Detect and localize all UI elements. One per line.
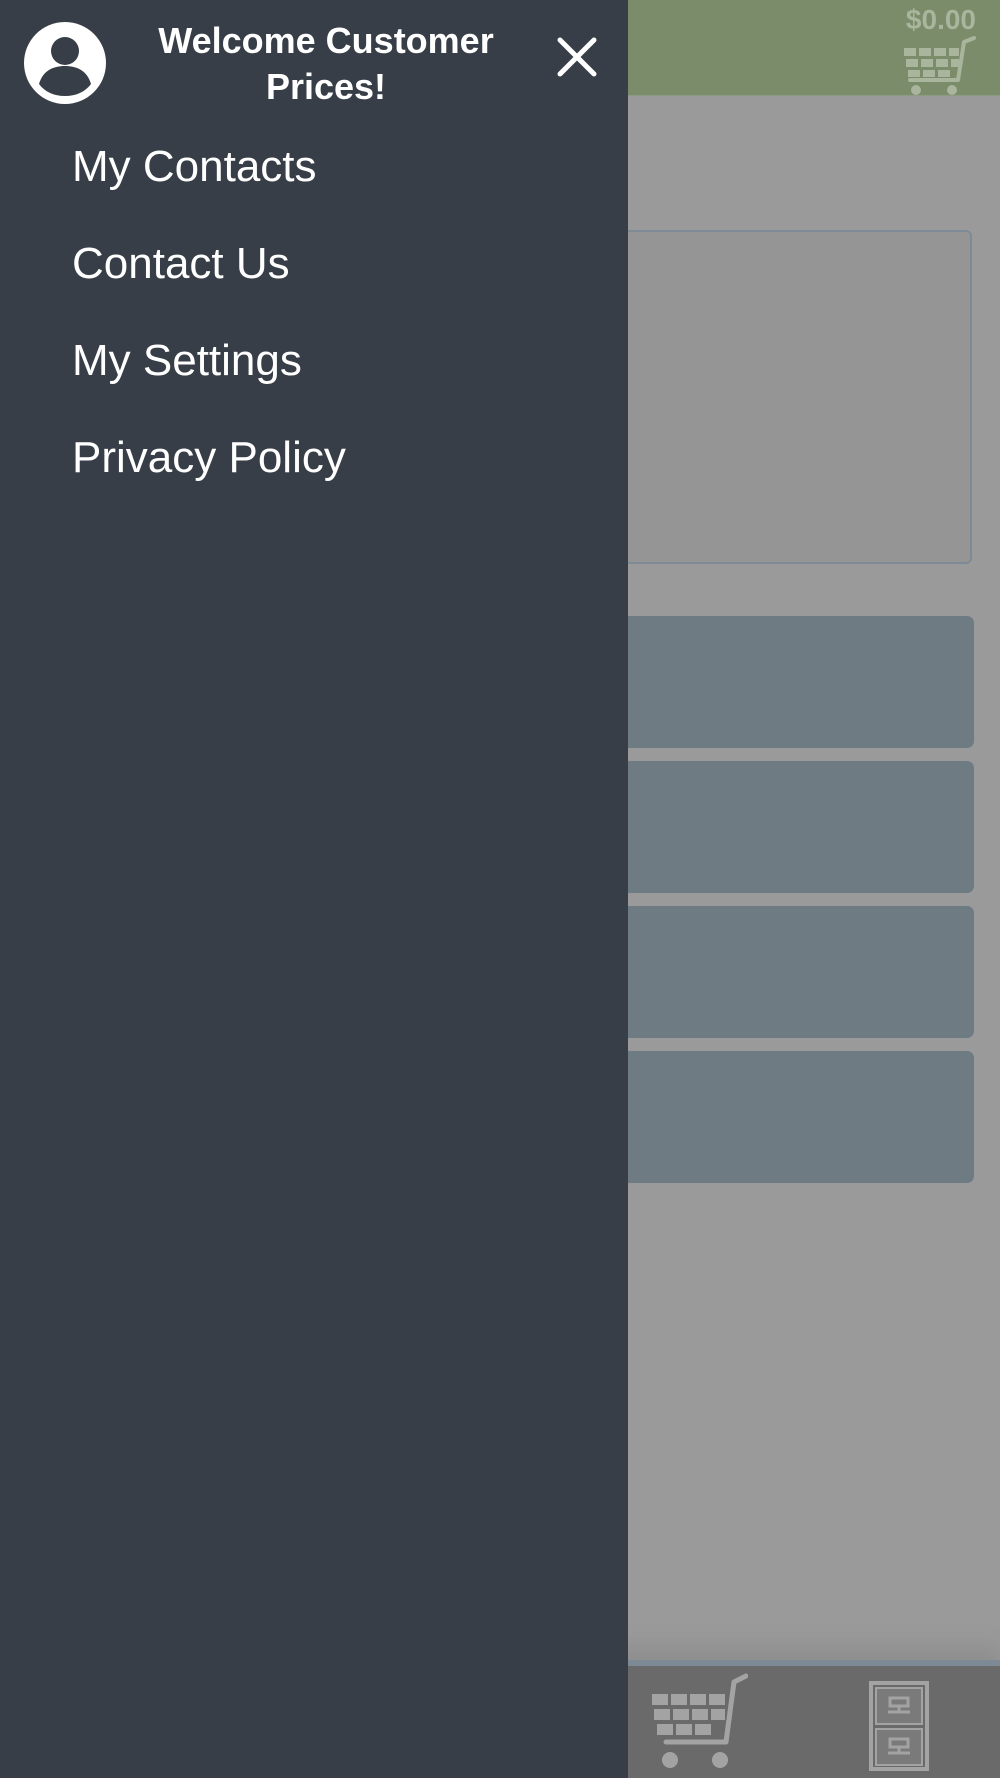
shopping-cart-icon[interactable] <box>898 36 978 96</box>
menu-item-my-contacts[interactable]: My Contacts <box>72 137 317 197</box>
close-icon[interactable] <box>552 32 602 82</box>
menu-item-contact-us[interactable]: Contact Us <box>72 234 290 294</box>
cart-total[interactable]: $0.00 <box>906 4 976 36</box>
user-circle-icon <box>24 22 106 104</box>
menu-item-privacy-policy[interactable]: Privacy Policy <box>72 428 346 488</box>
menu-item-my-settings[interactable]: My Settings <box>72 331 302 391</box>
filing-cabinet-icon[interactable] <box>868 1680 930 1772</box>
shopping-cart-icon[interactable] <box>648 1672 749 1772</box>
welcome-heading: Welcome Customer Prices! <box>158 20 494 107</box>
side-drawer: Welcome Customer Prices! My Contacts Con… <box>0 0 628 1778</box>
